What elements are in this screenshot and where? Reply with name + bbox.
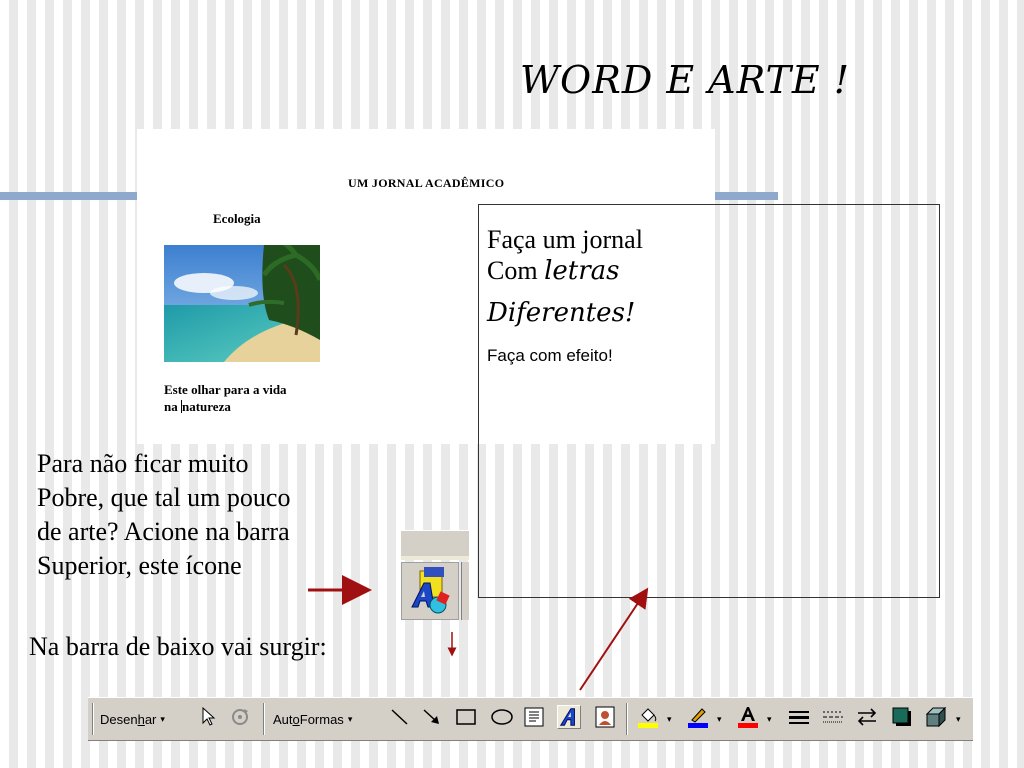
- shadow-icon[interactable]: [890, 705, 914, 729]
- line-style-icon[interactable]: [787, 705, 811, 729]
- chevron-down-icon: ▾: [717, 713, 722, 724]
- text-box-line-1: Faça um jornal: [487, 225, 643, 254]
- dash-style-icon[interactable]: [821, 705, 845, 729]
- draw-menu-button[interactable]: Desen h ar ▾: [100, 707, 165, 731]
- autoshapes-label-end: Formas: [299, 711, 344, 727]
- document-caption: Este olhar para a vida na natureza: [164, 381, 334, 417]
- arrow-style-icon[interactable]: [855, 705, 879, 729]
- chevron-down-icon: ▾: [956, 713, 961, 724]
- bottom-note: Na barra de baixo vai surgir:: [29, 632, 327, 661]
- insert-wordart-button[interactable]: [401, 562, 459, 620]
- instruction-line-2: Pobre, que tal um pouco: [37, 483, 291, 512]
- instruction-line-1: Para não ficar muito: [37, 449, 249, 478]
- instruction-line-3: de arte? Acione na barra: [37, 517, 290, 546]
- text-box-line-2: Com letras: [487, 256, 620, 286]
- text-box-line-2-fancy: letras: [544, 256, 620, 286]
- draw-menu-label: Desen: [100, 711, 138, 727]
- 3d-icon[interactable]: [924, 705, 948, 729]
- slide-title: WORD E ARTE !: [520, 58, 851, 102]
- document-heading: UM JORNAL ACADÊMICO: [348, 176, 505, 190]
- toolbar-separator: [626, 703, 628, 735]
- fill-color-dropdown[interactable]: ▾: [663, 707, 672, 731]
- toolbar-fragment-shade: [401, 556, 469, 560]
- wordart-icon[interactable]: [557, 705, 581, 729]
- beach-photo: [164, 245, 320, 362]
- toolbar-fragment: [401, 530, 469, 558]
- clip-art-icon[interactable]: [593, 705, 617, 729]
- rectangle-icon[interactable]: [454, 705, 478, 729]
- fill-color-icon[interactable]: [636, 705, 660, 729]
- chevron-down-icon: ▾: [667, 713, 672, 724]
- decorative-bar-left: [0, 192, 137, 200]
- text-box-line-3: Diferentes!: [487, 298, 636, 328]
- free-rotate-icon[interactable]: [228, 705, 252, 729]
- instruction-text: Para não ficar muito Pobre, que tal um p…: [37, 447, 397, 583]
- decorative-bar-right: [715, 192, 778, 200]
- line-color-icon[interactable]: [686, 705, 710, 729]
- chevron-down-icon: ▾: [347, 713, 353, 724]
- autoshapes-menu-button[interactable]: Aut o Formas ▾: [273, 707, 352, 731]
- oval-icon[interactable]: [490, 705, 514, 729]
- arrow-to-text-box: [579, 587, 649, 691]
- line-icon[interactable]: [388, 705, 412, 729]
- autoshapes-label: Aut: [273, 711, 293, 727]
- toolbar-grip: [92, 703, 94, 735]
- font-color-dropdown[interactable]: ▾: [763, 707, 772, 731]
- text-box-icon[interactable]: [522, 705, 546, 729]
- autoshapes-accel: o: [292, 711, 300, 727]
- select-objects-icon[interactable]: [197, 705, 221, 729]
- chevron-down-icon: ▾: [160, 713, 165, 724]
- text-box-line-4: Faça com efeito!: [487, 346, 613, 365]
- text-box-line-2-plain: Com: [487, 256, 545, 285]
- line-color-dropdown[interactable]: ▾: [713, 707, 722, 731]
- toolbar-separator: [263, 703, 265, 735]
- toolbar-more-dropdown[interactable]: ▾: [952, 707, 961, 731]
- arrow-icon[interactable]: [420, 705, 444, 729]
- wordart-gallery-icon: [411, 567, 450, 614]
- toolbar-fragment-edge: [461, 562, 469, 620]
- draw-menu-label-end: ar: [144, 711, 157, 727]
- font-color-icon[interactable]: [736, 705, 760, 729]
- chevron-down-icon: ▾: [767, 713, 772, 724]
- caption-line-2b: natureza: [181, 399, 231, 414]
- draw-menu-accel: h: [137, 711, 145, 727]
- instruction-line-4: Superior, este ícone: [37, 551, 242, 580]
- document-section-title: Ecologia: [213, 211, 261, 226]
- caption-line-2a: na: [164, 399, 181, 414]
- caption-line-1: Este olhar para a vida: [164, 382, 287, 397]
